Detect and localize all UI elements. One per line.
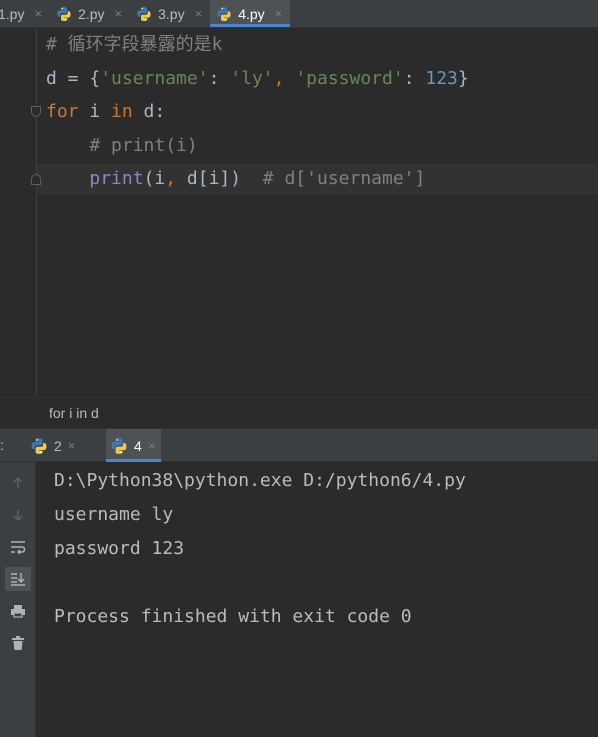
code-token: = { bbox=[56, 67, 101, 89]
code-comment: # 循环字段暴露的是k bbox=[46, 34, 223, 55]
close-icon[interactable]: × bbox=[68, 438, 76, 453]
scroll-to-end-icon[interactable] bbox=[5, 567, 31, 591]
down-arrow-icon[interactable] bbox=[5, 503, 31, 527]
code-comment: # print(i) bbox=[46, 134, 198, 156]
tab-3-py[interactable]: 3.py × bbox=[130, 0, 210, 27]
console-output: D:\Python38\python.exe D:/python6/4.py u… bbox=[54, 464, 466, 634]
tab-label: 3.py bbox=[158, 5, 185, 22]
code-string: 'password' bbox=[295, 67, 404, 89]
ide-window: 1.py × 2.py × 3.py × 4.py × # 循环字段暴露的是k … bbox=[0, 0, 598, 737]
code-token: } bbox=[457, 67, 469, 89]
code-builtin: print bbox=[89, 168, 144, 189]
python-run-icon bbox=[30, 437, 48, 455]
code-comment: # d['username'] bbox=[262, 168, 426, 189]
editor-tab-bar: 1.py × 2.py × 3.py × 4.py × bbox=[0, 0, 598, 28]
code-token: d bbox=[46, 67, 57, 89]
run-tab-label: 2 bbox=[54, 437, 62, 454]
run-tab-label: 4 bbox=[134, 437, 142, 454]
code-token: d: bbox=[132, 101, 166, 122]
close-icon[interactable]: × bbox=[115, 6, 123, 21]
code-keyword: in bbox=[111, 101, 133, 122]
tab-2-py[interactable]: 2.py × bbox=[50, 0, 130, 27]
code-editor[interactable]: # 循环字段暴露的是k d = {'username': 'ly', 'pass… bbox=[0, 28, 598, 397]
code-token: , bbox=[273, 67, 296, 89]
python-file-icon bbox=[136, 6, 152, 22]
close-icon[interactable]: × bbox=[195, 6, 203, 21]
trash-icon[interactable] bbox=[5, 631, 31, 655]
tab-1-py[interactable]: 1.py × bbox=[0, 0, 50, 27]
breadcrumb[interactable]: for i in d bbox=[49, 405, 99, 421]
console-line: password 123 bbox=[54, 538, 185, 559]
code-line-5: print(i, d[i]) # d['username'] bbox=[46, 162, 469, 196]
code-line-3: for i in d: bbox=[46, 95, 469, 129]
code-token: i bbox=[78, 101, 112, 122]
fold-open-icon[interactable] bbox=[31, 106, 41, 117]
close-icon[interactable]: × bbox=[148, 438, 156, 453]
code-token: d[i]) bbox=[176, 168, 242, 189]
code-content: # 循环字段暴露的是k d = {'username': 'ly', 'pass… bbox=[46, 28, 469, 196]
code-line-1: # 循环字段暴露的是k bbox=[46, 28, 469, 62]
tab-label: 4.py bbox=[238, 5, 265, 22]
console-line: D:\Python38\python.exe D:/python6/4.py bbox=[54, 470, 466, 491]
code-keyword: for bbox=[46, 101, 79, 122]
code-string: 'username' bbox=[100, 67, 209, 89]
run-tab-bar: : 2 × 4 × bbox=[0, 428, 598, 462]
soft-wrap-icon[interactable] bbox=[5, 535, 31, 559]
close-icon[interactable]: × bbox=[34, 6, 42, 21]
print-icon[interactable] bbox=[5, 599, 31, 623]
tab-label: 2.py bbox=[78, 5, 105, 22]
python-file-icon bbox=[216, 6, 232, 22]
up-arrow-icon[interactable] bbox=[5, 471, 31, 495]
code-token: : bbox=[208, 67, 231, 89]
code-line-2: d = {'username': 'ly', 'password': 123} bbox=[46, 62, 469, 96]
run-tab-2[interactable]: 2 × bbox=[26, 429, 81, 462]
console-line: username ly bbox=[54, 504, 174, 525]
code-token: , bbox=[165, 168, 177, 189]
console-line: Process finished with exit code 0 bbox=[54, 606, 412, 627]
code-line-4: # print(i) bbox=[46, 129, 469, 163]
tab-4-py[interactable]: 4.py × bbox=[210, 0, 291, 27]
python-file-icon bbox=[56, 6, 72, 22]
code-token: (i bbox=[143, 168, 166, 189]
code-string: 'ly' bbox=[230, 67, 274, 89]
run-label: : bbox=[0, 437, 4, 453]
console-toolbar bbox=[0, 462, 36, 737]
run-console: D:\Python38\python.exe D:/python6/4.py u… bbox=[0, 462, 598, 737]
python-run-icon bbox=[110, 437, 128, 455]
code-number: 123 bbox=[425, 67, 458, 89]
run-tab-4[interactable]: 4 × bbox=[106, 429, 162, 462]
close-icon[interactable]: × bbox=[275, 6, 283, 21]
breadcrumb-bar: for i in d bbox=[0, 397, 598, 429]
code-token: : bbox=[403, 67, 426, 89]
fold-close-icon[interactable] bbox=[31, 174, 41, 185]
tab-label: 1.py bbox=[0, 5, 25, 22]
gutter-divider bbox=[36, 28, 37, 397]
